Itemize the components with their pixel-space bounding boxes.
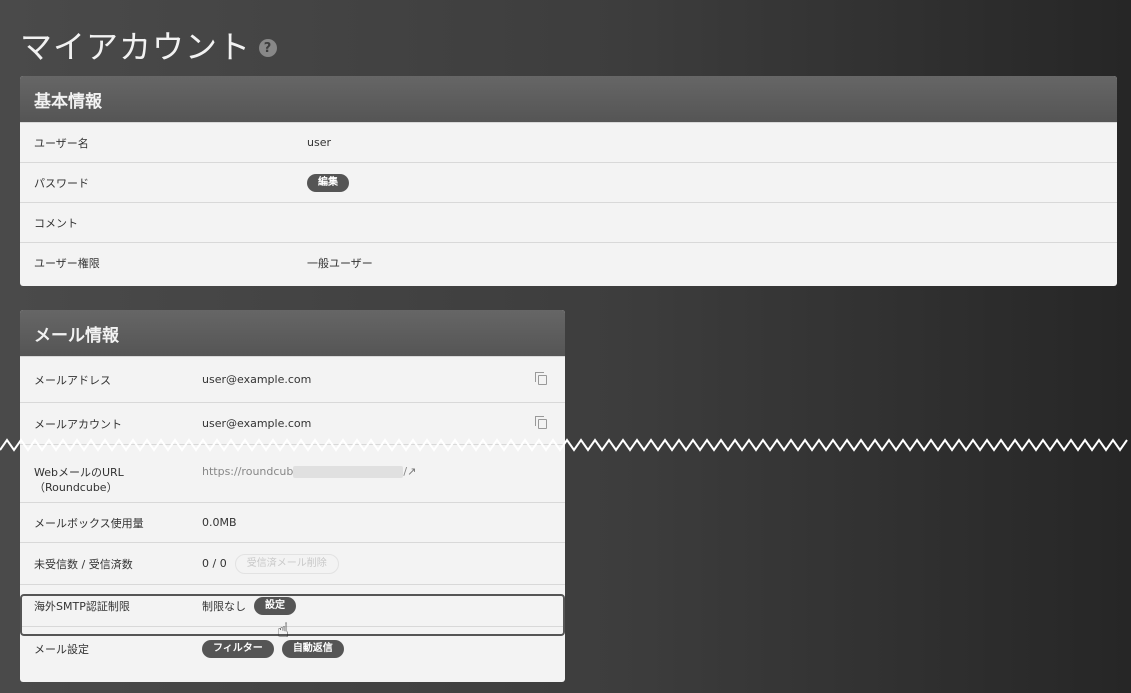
edit-password-button[interactable]: 編集 <box>307 173 349 192</box>
webmail-url-label-line2: （Roundcube） <box>34 481 118 494</box>
basic-info-panel: 基本情報 ユーザー名 user パスワード 編集 コメント ユーザー権限 一般ユ… <box>20 76 1117 286</box>
mail-settings-label: メール設定 <box>34 642 89 656</box>
webmail-url-link[interactable]: https://roundcub <box>202 465 293 478</box>
external-link-icon[interactable]: ↗ <box>407 465 416 478</box>
basic-info-header: 基本情報 <box>20 76 1117 122</box>
row-comment: コメント <box>20 202 1117 242</box>
mail-address-label: メールアドレス <box>34 373 111 387</box>
row-mail-address: メールアドレス user@example.com <box>20 356 565 402</box>
row-user-role: ユーザー権限 一般ユーザー <box>20 242 1117 282</box>
smtp-restriction-value: 制限なし <box>202 599 246 613</box>
page-title-text: マイアカウント <box>20 28 252 66</box>
row-mailbox-usage: メールボックス使用量 0.0MB <box>20 502 565 542</box>
row-mail-counts: 未受信数 / 受信済数 0 / 0 受信済メール削除 <box>20 542 565 584</box>
user-role-label: ユーザー権限 <box>34 256 100 270</box>
user-role-value: 一般ユーザー <box>307 256 373 270</box>
mail-account-label: メールアカウント <box>34 417 122 431</box>
webmail-url-label-line1: WebメールのURL <box>34 466 124 479</box>
username-value: user <box>307 136 331 149</box>
mail-info-panel: メール情報 メールアドレス user@example.com メールアカウント … <box>20 310 565 682</box>
delete-received-mail-button[interactable]: 受信済メール削除 <box>234 553 339 574</box>
webmail-url-label: WebメールのURL （Roundcube） <box>20 465 124 495</box>
auto-reply-button[interactable]: 自動返信 <box>281 639 344 658</box>
row-mail-settings: メール設定 フィルター 自動返信 <box>20 626 565 670</box>
mail-counts-value: 0 / 0 <box>202 557 227 570</box>
row-username: ユーザー名 user <box>20 122 1117 162</box>
omission-zigzag <box>0 438 1128 452</box>
mail-counts-label: 未受信数 / 受信済数 <box>34 557 133 571</box>
smtp-restriction-label: 海外SMTP認証制限 <box>34 599 130 613</box>
copy-icon[interactable] <box>535 371 547 385</box>
password-label: パスワード <box>34 176 89 190</box>
comment-label: コメント <box>34 216 78 230</box>
redacted-url-block <box>293 465 404 478</box>
mailbox-usage-label: メールボックス使用量 <box>34 516 144 530</box>
row-password: パスワード 編集 <box>20 162 1117 202</box>
page-title: マイアカウント ? <box>20 22 278 68</box>
username-label: ユーザー名 <box>34 136 89 150</box>
copy-icon[interactable] <box>535 415 547 429</box>
help-icon[interactable]: ? <box>259 39 278 57</box>
hand-pointer-icon: ☝ <box>277 618 290 642</box>
mailbox-usage-value: 0.0MB <box>202 516 237 529</box>
smtp-settings-button[interactable]: 設定 <box>254 596 296 615</box>
mail-account-value: user@example.com <box>202 417 312 430</box>
row-smtp-restriction: 海外SMTP認証制限 制限なし 設定 <box>20 584 565 626</box>
mail-info-header: メール情報 <box>20 310 565 356</box>
mail-address-value: user@example.com <box>202 373 312 386</box>
filter-button[interactable]: フィルター <box>202 639 274 658</box>
